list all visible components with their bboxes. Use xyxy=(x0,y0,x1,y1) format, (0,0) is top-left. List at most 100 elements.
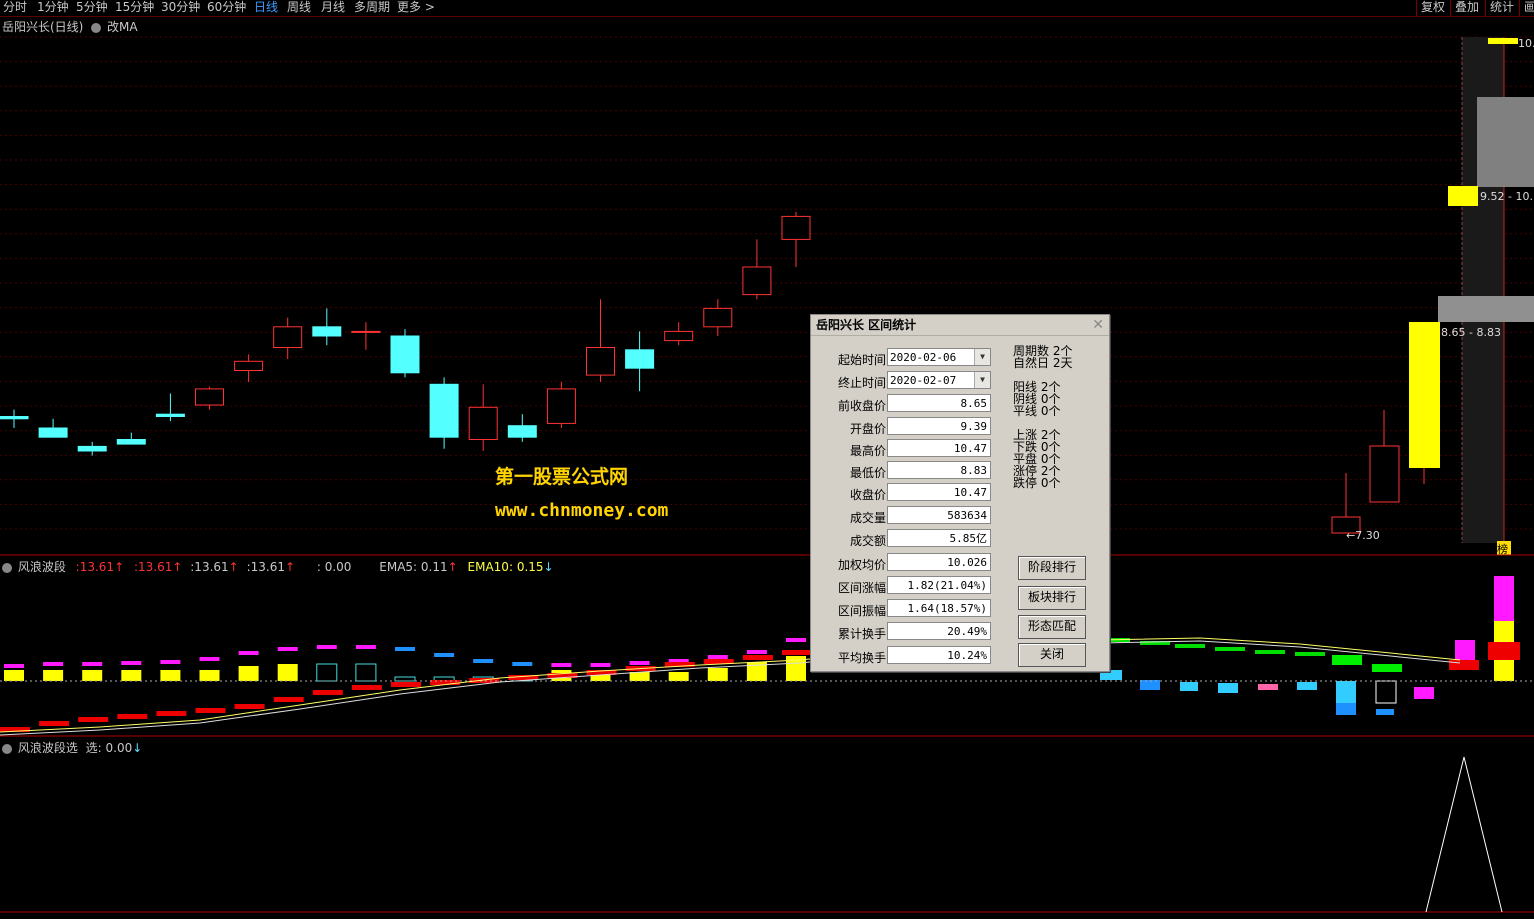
field-value-text: 1.82(21.04%) xyxy=(907,579,987,592)
red-bar xyxy=(195,708,226,713)
yellow-bar xyxy=(668,672,689,681)
red-bar xyxy=(234,704,265,709)
date-picker[interactable]: 2020-02-07 ▼ xyxy=(887,371,991,389)
pink-bar xyxy=(1258,684,1278,690)
marker-bar xyxy=(551,663,572,667)
green-bar xyxy=(1372,664,1402,672)
field-label: 开盘价 xyxy=(849,422,886,436)
field-value: 8.65 xyxy=(887,394,991,412)
yellow-bar xyxy=(277,664,298,681)
indicator2-value: 0.00 xyxy=(105,741,133,755)
candle-body xyxy=(195,388,224,406)
indicator1-bars xyxy=(0,576,1520,732)
highlight-box-yellow xyxy=(1448,186,1478,206)
field-row: 开盘价 9.39 xyxy=(811,417,1001,437)
date-picker[interactable]: 2020-02-06 ▼ xyxy=(887,348,991,366)
field-value-text: 583634 xyxy=(947,509,987,522)
field-row: 区间振幅 1.64(18.57%) xyxy=(811,599,1001,619)
field-label: 平均换手 xyxy=(837,651,886,665)
chevron-down-icon[interactable]: ▼ xyxy=(974,349,990,365)
ema5-label: EMA5: xyxy=(379,560,418,574)
field-row: 收盘价 10.47 xyxy=(811,483,1001,503)
red-bar xyxy=(782,650,812,655)
yellow-bar xyxy=(82,670,103,681)
red-bar xyxy=(391,682,421,687)
candle-body xyxy=(234,360,264,371)
up-arrow-icon: ↑ xyxy=(172,560,183,574)
candle-body xyxy=(0,416,29,420)
chevron-down-icon[interactable]: ▼ xyxy=(974,372,990,388)
field-label: 终止时间 xyxy=(837,376,886,390)
indicator1-v5: : 0.00 xyxy=(316,560,352,574)
field-value-text: 10.24% xyxy=(947,649,987,662)
cyan-bar xyxy=(1218,683,1238,693)
field-value-text: 2020-02-06 xyxy=(890,351,957,364)
indicator1-v1: :13.61 xyxy=(75,560,115,574)
field-value: 1.64(18.57%) xyxy=(887,599,991,617)
indicator2-label: 选: xyxy=(85,741,102,755)
field-value-text: 10.47 xyxy=(953,486,987,499)
candle-body xyxy=(742,266,772,296)
red-bar xyxy=(273,697,304,702)
field-row: 最高价 10.47 xyxy=(811,439,1001,459)
stat-value: 2天 xyxy=(1052,356,1073,370)
marker-bar xyxy=(512,662,533,666)
candle-body xyxy=(38,427,68,438)
green-bar xyxy=(1255,650,1285,654)
sector-ranking-button[interactable]: 板块排行 xyxy=(1018,586,1086,610)
cyan-bar xyxy=(1180,682,1198,691)
red-bar xyxy=(39,721,70,726)
marker-bar xyxy=(121,661,142,665)
candle-body xyxy=(507,425,537,438)
candle-body xyxy=(546,388,576,424)
up-arrow-icon: ↑ xyxy=(284,560,296,574)
dialog-title: 岳阳兴长 区间统计 xyxy=(811,315,1109,336)
yellow-bar xyxy=(4,670,24,681)
marker-bar xyxy=(160,660,181,664)
price-range-label-1: 9.52 - 10.1 xyxy=(1480,190,1534,203)
stat-natural-days: 自然日 2天 xyxy=(1013,356,1073,370)
limit-up-candle-1 xyxy=(1409,322,1440,468)
close-button[interactable]: 关闭 xyxy=(1018,643,1086,667)
marker-bar xyxy=(43,662,64,666)
marker-bar xyxy=(82,662,103,666)
candle-body xyxy=(703,307,733,328)
red-bar xyxy=(1488,642,1520,660)
indicator1-name: 风浪波段 xyxy=(17,560,66,574)
right-highlight-area xyxy=(1331,37,1534,555)
field-value: 1.82(21.04%) xyxy=(887,576,991,594)
blue-bar xyxy=(1336,703,1356,715)
red-bar xyxy=(312,690,343,695)
yellow-bar xyxy=(707,668,728,681)
marker-bar xyxy=(629,661,650,665)
indicator1-v4: :13.61 xyxy=(246,560,285,574)
field-value: 8.83 xyxy=(887,461,991,479)
candle-body xyxy=(312,326,342,337)
stage-ranking-button[interactable]: 阶段排行 xyxy=(1018,556,1086,580)
candle-body xyxy=(77,445,107,452)
candle-body xyxy=(429,383,459,438)
indicator2-settings-icon[interactable] xyxy=(2,743,12,754)
ema10-value: 0.15 xyxy=(516,560,544,574)
field-label: 区间涨幅 xyxy=(837,581,886,595)
field-label: 前收盘价 xyxy=(837,399,886,413)
yellow-bar xyxy=(199,670,220,681)
ema10-label: EMA10: xyxy=(467,560,513,574)
field-value-text: 10.47 xyxy=(953,442,987,455)
field-row: 区间涨幅 1.82(21.04%) xyxy=(811,576,1001,596)
yellow-bar xyxy=(238,666,259,681)
field-value: 583634 xyxy=(887,506,991,524)
field-value-text: 2020-02-07 xyxy=(890,374,957,387)
kline-chart[interactable] xyxy=(0,0,1534,919)
ema5-value: 0.11 xyxy=(420,560,448,574)
indicator1-settings-icon[interactable] xyxy=(2,562,12,573)
candle-body xyxy=(625,349,655,369)
candle-body xyxy=(273,326,303,348)
close-icon[interactable]: ✕ xyxy=(1092,317,1104,333)
red-bar xyxy=(117,714,148,719)
magenta-bar xyxy=(1414,687,1434,699)
green-bar xyxy=(1215,647,1245,651)
field-row: 累计换手 20.49% xyxy=(811,622,1001,642)
pattern-match-button[interactable]: 形态匹配 xyxy=(1018,615,1086,639)
candle-body xyxy=(390,335,420,374)
